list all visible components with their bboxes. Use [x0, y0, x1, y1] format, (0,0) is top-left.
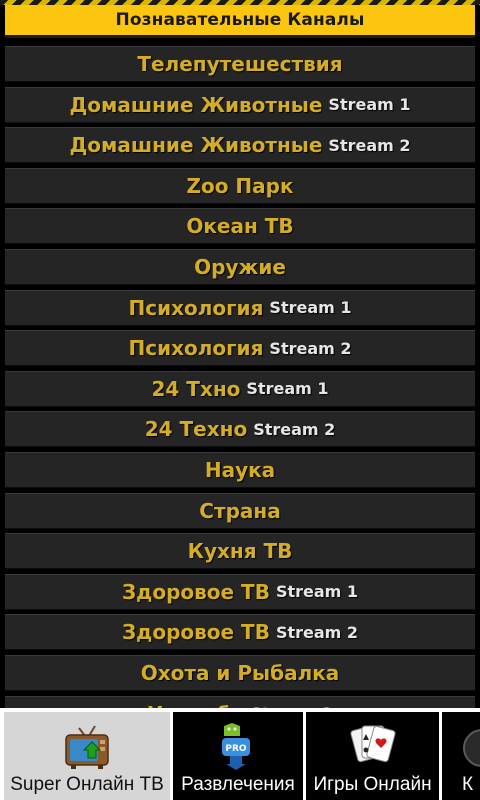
channel-name: Домашние Животные [69, 92, 323, 117]
channel-name: Психология [128, 295, 264, 320]
tab-partial[interactable]: К [442, 712, 480, 800]
channel-list-item[interactable]: Zoo Парк [5, 167, 475, 204]
stream-label: Stream 1 [269, 298, 352, 318]
channel-list-item[interactable]: 24 Техно Stream 2 [5, 411, 475, 448]
channel-list[interactable]: Телепутешествия Домашние Животные Stream 1… [0, 44, 480, 708]
category-header: Познавательные Каналы [5, 5, 475, 38]
svg-text:PRO: PRO [225, 744, 247, 754]
channel-name: Здоровое ТВ [121, 620, 270, 645]
channel-list-item[interactable]: 24 Тхно Stream 1 [5, 370, 475, 407]
channel-list-item[interactable]: Кухня ТВ [5, 533, 475, 570]
stream-label: Stream 2 [253, 419, 336, 439]
channel-name: 24 Техно [144, 417, 248, 442]
tab-entertainment[interactable]: PRO Развлечения [173, 712, 303, 800]
channel-name: Страна [199, 498, 281, 523]
stream-label: Stream 2 [328, 135, 411, 155]
page-title: Познавательные Каналы [115, 10, 365, 30]
channel-list-item[interactable]: Наука [5, 452, 475, 488]
channel-list-item[interactable]: Психология Stream 2 [5, 330, 475, 367]
channel-name: 24 Тхно [151, 376, 241, 401]
channel-list-item[interactable]: Психология Stream 1 [5, 289, 475, 326]
stream-label: Stream 2 [275, 622, 359, 642]
android-pro-icon: PRO [216, 720, 260, 774]
channel-name: Кухня ТВ [187, 539, 293, 564]
tab-super-online-tv[interactable]: Super Онлайн ТВ [4, 712, 170, 800]
tab-label: К [462, 774, 474, 795]
channel-name: Океан ТВ [186, 214, 294, 239]
channel-list-item[interactable]: Здоровое ТВ Stream 1 [5, 573, 475, 610]
tab-label: Развлечения [181, 774, 295, 795]
channel-name: Телепутешествия [137, 52, 343, 76]
stream-label: Stream 1 [275, 582, 359, 602]
circle-icon [460, 726, 480, 774]
stream-label: Stream 1 [246, 379, 329, 399]
channel-list-item[interactable]: Страна [5, 492, 475, 529]
tab-games-online[interactable]: Игры Онлайн [306, 712, 439, 800]
channel-list-item[interactable]: УсадьбаStream 1 [5, 695, 475, 708]
channel-list-item[interactable]: Домашние Животные Stream 1 [5, 86, 475, 123]
stream-label: Stream 2 [269, 338, 352, 358]
channel-list-item[interactable]: Домашние Животные Stream 2 [5, 127, 475, 164]
channel-name: Наука [204, 458, 276, 482]
channel-list-item[interactable]: Охота и Рыбалка [5, 655, 475, 691]
channel-name: Здоровое ТВ [121, 579, 270, 604]
channel-name: Психология [128, 336, 264, 361]
channel-name: Оружие [194, 255, 286, 279]
channel-name: Домашние Животные [69, 133, 323, 158]
channel-list-item[interactable]: Здоровое ТВ Stream 2 [5, 614, 475, 651]
channel-list-item[interactable]: Телепутешествия [5, 46, 475, 82]
channel-list-item[interactable]: Океан ТВ [5, 208, 475, 245]
tab-label: Super Онлайн ТВ [10, 774, 164, 795]
channel-list-item[interactable]: Оружие [5, 249, 475, 285]
channel-name: Zoo Парк [186, 173, 294, 198]
channel-name: Охота и Рыбалка [140, 661, 340, 685]
tv-icon [63, 720, 111, 774]
bottom-tab-bar: Super Онлайн ТВ PRO Развлечения Игры Онл… [0, 708, 480, 800]
stream-label: Stream 1 [328, 95, 411, 115]
playing-cards-icon [348, 720, 398, 774]
tab-label: Игры Онлайн [313, 774, 432, 795]
